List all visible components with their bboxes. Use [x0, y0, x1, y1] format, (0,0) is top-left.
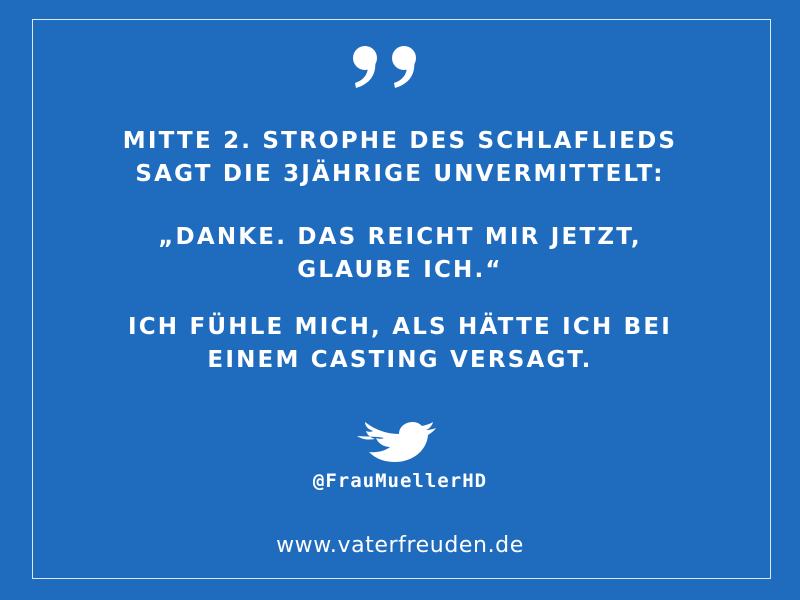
quote-line: GLAUBE ICH.“ — [297, 257, 503, 283]
quote-line: EINEM CASTING VERSAGT. — [207, 347, 593, 373]
website-url: www.vaterfreuden.de — [276, 533, 524, 558]
twitter-handle: @FrauMuellerHD — [312, 470, 488, 492]
quote-line: ICH FÜHLE MICH, ALS HÄTTE ICH BEI — [127, 314, 673, 340]
twitter-bird-icon — [357, 422, 436, 462]
quote-paragraph-3: ICH FÜHLE MICH, ALS HÄTTE ICH BEI EINEM … — [40, 311, 760, 377]
quote-paragraph-1: MITTE 2. STROPHE DES SCHLAFLIEDS SAGT DI… — [40, 125, 760, 191]
quote-line: SAGT DIE 3JÄHRIGE UNVERMITTELT: — [135, 161, 665, 187]
quote-paragraph-2: „DANKE. DAS REICHT MIR JETZT, GLAUBE ICH… — [40, 221, 760, 287]
quote-line: MITTE 2. STROPHE DES SCHLAFLIEDS — [122, 128, 678, 154]
quote-mark-icon — [353, 46, 416, 88]
border-frame — [32, 19, 771, 579]
quote-line: „DANKE. DAS REICHT MIR JETZT, — [158, 224, 642, 250]
